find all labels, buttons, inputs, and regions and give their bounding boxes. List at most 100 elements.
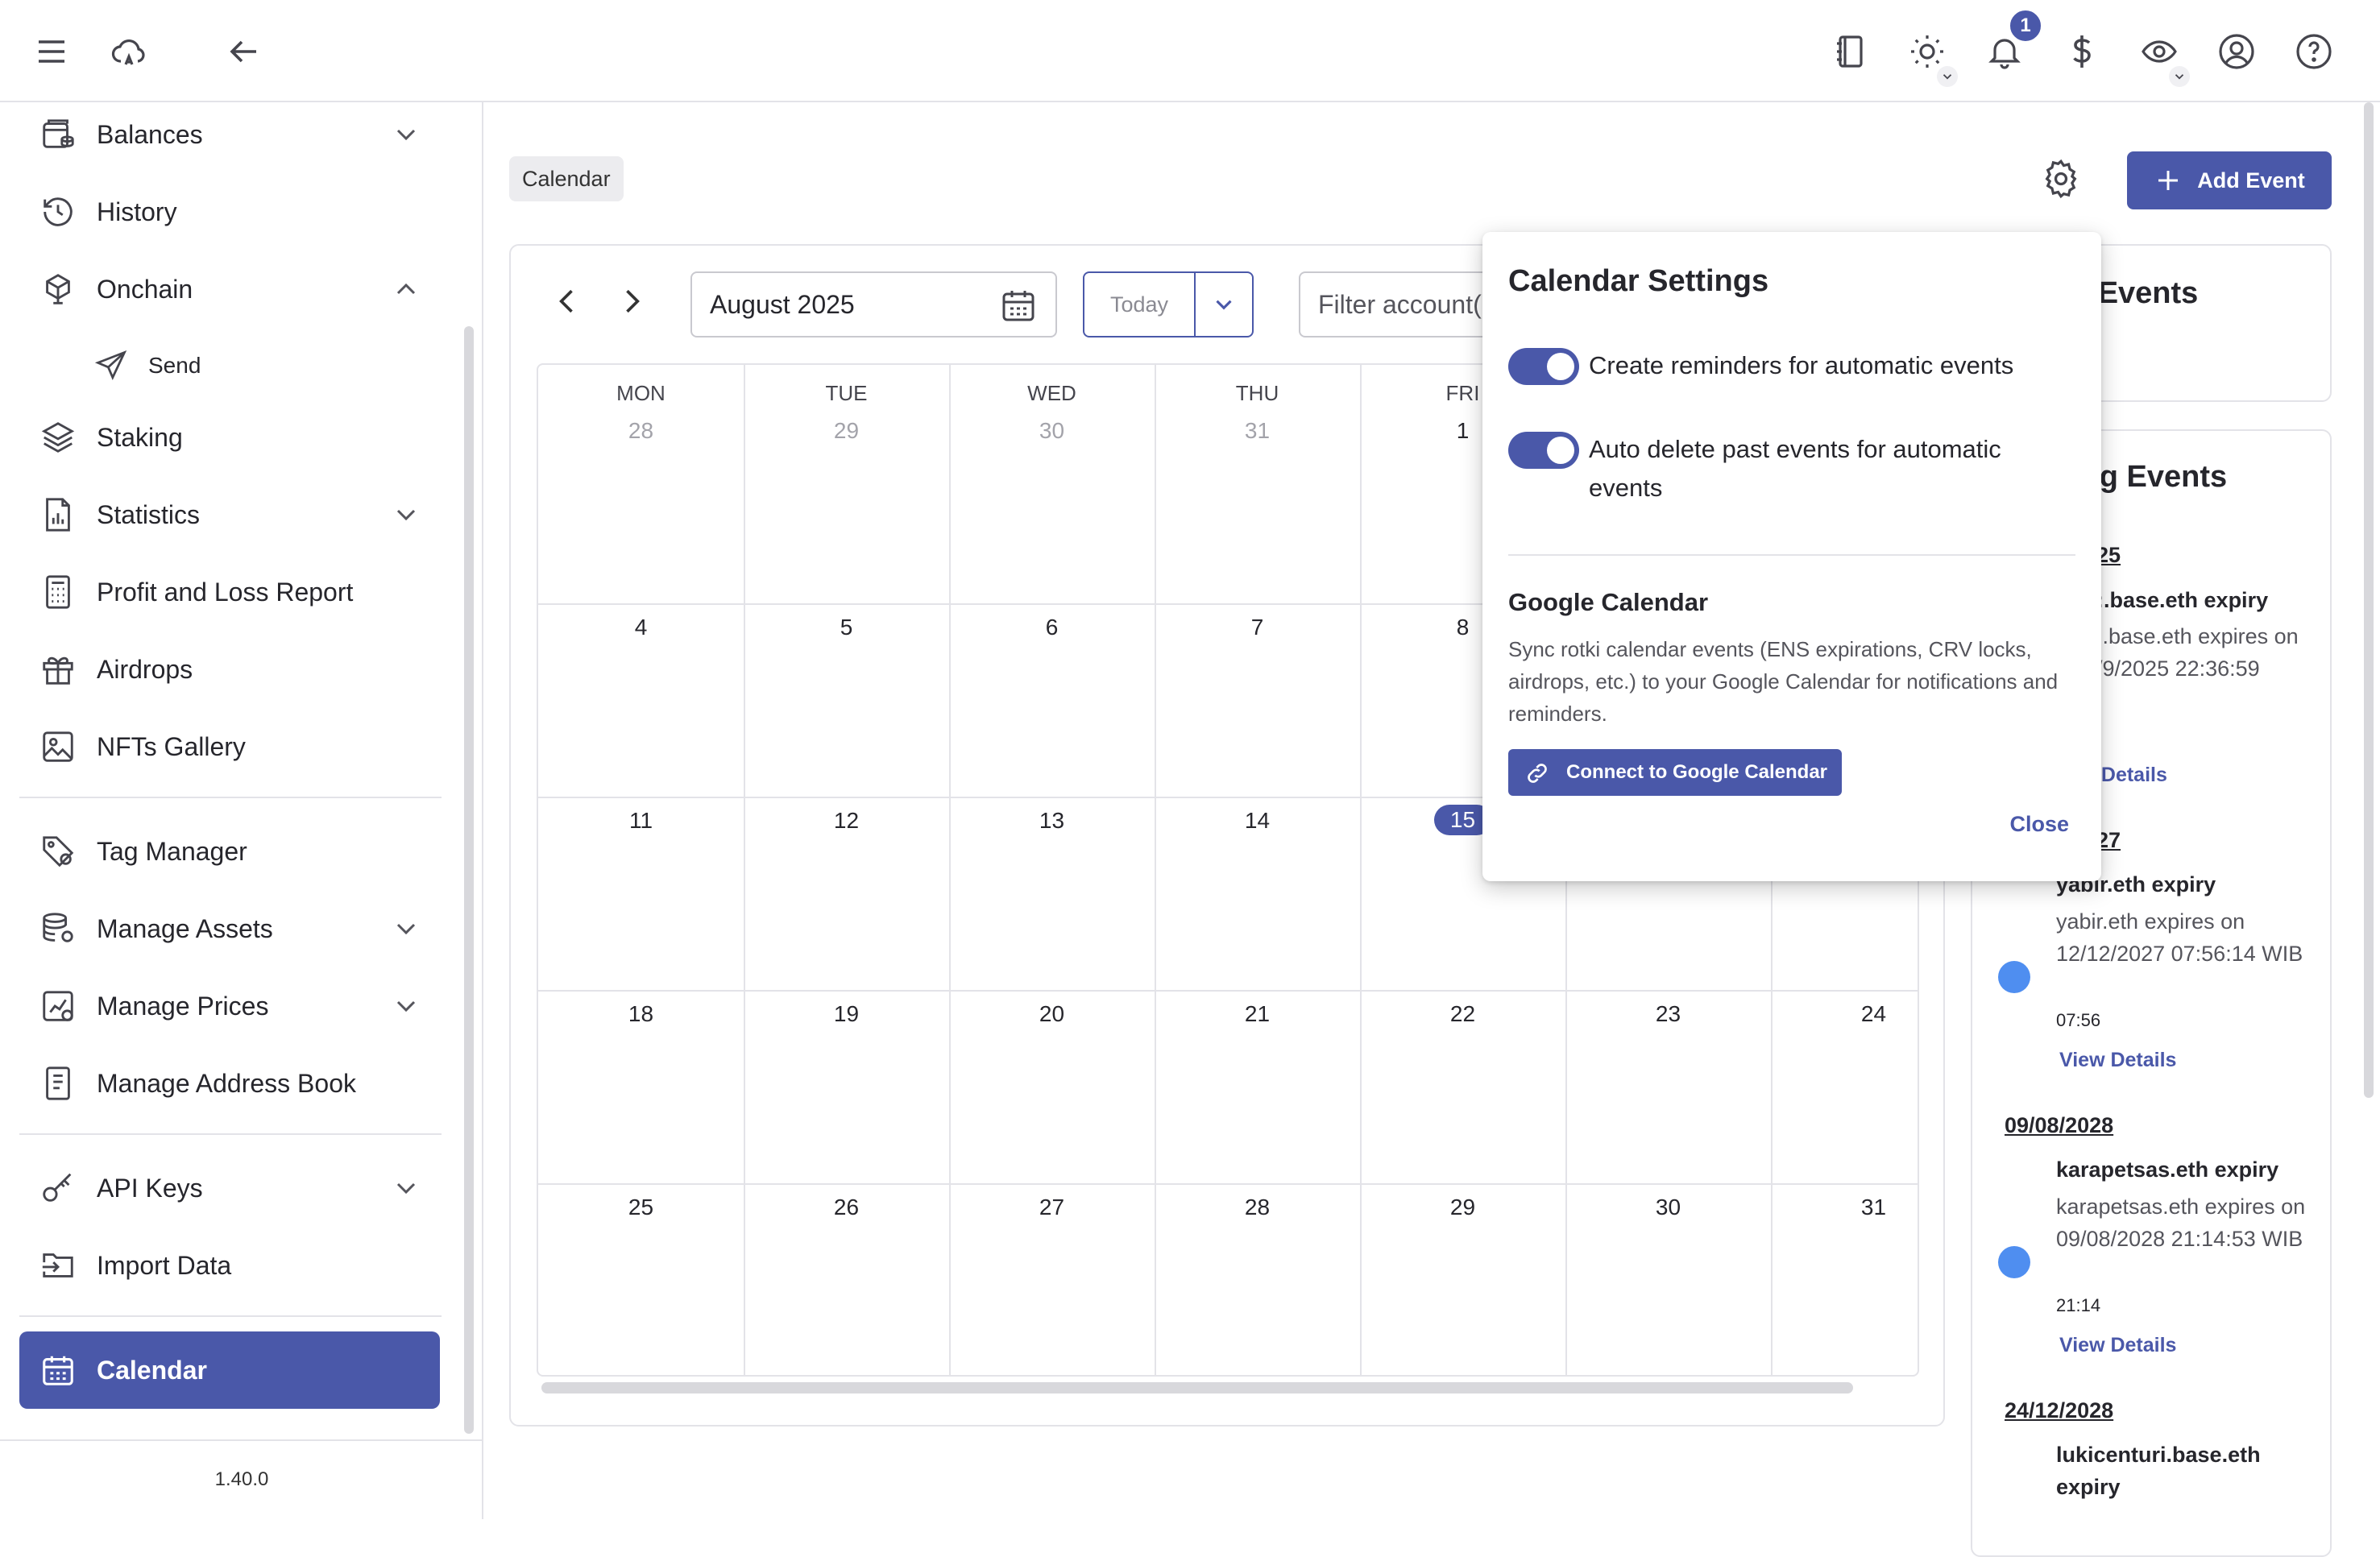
next-month-icon[interactable] (614, 284, 653, 322)
day-cell[interactable]: 5 (744, 615, 949, 640)
day-cell[interactable]: 20 (949, 1001, 1155, 1027)
toggle-knob (1547, 353, 1574, 380)
sidebar-item-import-data[interactable]: Import Data (19, 1233, 442, 1298)
chevron-down-icon[interactable] (390, 990, 422, 1022)
reminders-toggle[interactable] (1508, 348, 1579, 385)
dollar-icon[interactable] (2055, 24, 2109, 79)
cloud-sync-icon[interactable] (102, 24, 156, 79)
back-arrow-icon[interactable] (216, 24, 271, 79)
sidebar-item-label: Profit and Loss Report (97, 577, 354, 607)
day-cell[interactable]: 27 (949, 1195, 1155, 1220)
day-cell[interactable]: 28 (538, 418, 744, 444)
connect-google-calendar-button[interactable]: Connect to Google Calendar (1508, 749, 1842, 796)
wallet-icon (19, 116, 97, 153)
calendar-icon[interactable] (999, 286, 1038, 325)
add-event-label: Add Event (2197, 168, 2305, 193)
day-cell[interactable]: 31 (1771, 1195, 1918, 1220)
event-name: :.base.eth expiry (2096, 588, 2269, 612)
chevron-up-icon[interactable] (390, 273, 422, 305)
sidebar-item-label: Staking (97, 422, 183, 452)
view-details-link[interactable]: View Details (2059, 1049, 2176, 1072)
today-button[interactable]: Today (1084, 273, 1196, 336)
day-cell[interactable]: 21 (1155, 1001, 1360, 1027)
sidebar-item-nfts-gallery[interactable]: NFTs Gallery (19, 714, 442, 779)
view-details-link[interactable]: View Details (2059, 1334, 2176, 1357)
day-cell[interactable]: 23 (1565, 1001, 1771, 1027)
grid-line (1360, 365, 1362, 1375)
sidebar-item-manage-assets[interactable]: Manage Assets (19, 897, 442, 961)
sidebar-item-label: Import Data (97, 1250, 232, 1280)
chart-file-icon (19, 496, 97, 533)
calendar-horizontal-scrollbar[interactable] (541, 1382, 1853, 1393)
notification-badge: 1 (2008, 8, 2043, 43)
day-cell[interactable]: 22 (1360, 1001, 1565, 1027)
day-cell[interactable]: 29 (1360, 1195, 1565, 1220)
day-cell[interactable]: 30 (949, 418, 1155, 444)
sidebar-item-label: API Keys (97, 1173, 203, 1203)
day-cell[interactable]: 12 (744, 808, 949, 834)
day-cell[interactable]: 29 (744, 418, 949, 444)
account-icon[interactable] (2209, 24, 2264, 79)
breadcrumb: Calendar (509, 156, 624, 201)
day-cell[interactable]: 31 (1155, 418, 1360, 444)
help-icon[interactable] (2287, 24, 2341, 79)
privacy-eye-icon[interactable] (2132, 24, 2190, 87)
tag-icon (19, 833, 97, 870)
sidebar-item-api-keys[interactable]: API Keys (19, 1156, 442, 1220)
google-calendar-title: Google Calendar (1508, 588, 1709, 616)
history-icon (19, 193, 97, 230)
sidebar-item-staking[interactable]: Staking (19, 405, 442, 470)
close-button[interactable]: Close (2009, 812, 2069, 837)
sidebar-item-manage-prices[interactable]: Manage Prices (19, 974, 442, 1038)
grid-line (538, 1183, 1918, 1185)
calendar-settings-gear-icon[interactable] (2040, 158, 2085, 203)
sidebar-item-onchain[interactable]: Onchain (19, 257, 442, 321)
prev-month-icon[interactable] (549, 284, 588, 322)
chevron-down-icon[interactable] (390, 1172, 422, 1204)
sidebar-item-history[interactable]: History (19, 180, 442, 244)
day-cell[interactable]: 19 (744, 1001, 949, 1027)
auto-delete-toggle-label: Auto delete past events for automatic ev… (1589, 435, 2001, 502)
calendar-icon (19, 1352, 97, 1389)
day-cell[interactable]: 7 (1155, 615, 1360, 640)
sidebar-item-send[interactable]: Send (93, 337, 440, 394)
sidebar-item-balances[interactable]: Balances (19, 102, 442, 167)
top-bar: 1 (0, 0, 2380, 102)
notifications-bell-icon[interactable]: 1 (1977, 8, 2043, 79)
day-cell[interactable]: 4 (538, 615, 744, 640)
today-dropdown-chevron-icon[interactable] (1196, 273, 1252, 336)
day-cell[interactable]: 28 (1155, 1195, 1360, 1220)
menu-icon[interactable] (24, 24, 79, 79)
today-button-group: Today (1083, 271, 1254, 337)
event-description: :.base.eth expires on /9/2025 22:36:59 (2096, 624, 2299, 681)
day-cell[interactable]: 30 (1565, 1195, 1771, 1220)
day-cell[interactable]: 25 (538, 1195, 744, 1220)
chevron-down-icon[interactable] (390, 499, 422, 531)
day-cell[interactable]: 13 (949, 808, 1155, 834)
day-cell[interactable]: 18 (538, 1001, 744, 1027)
sidebar-item-tag-manager[interactable]: Tag Manager (19, 819, 442, 884)
sidebar-item-statistics[interactable]: Statistics (19, 482, 442, 547)
event-date: 24/12/2028 (2005, 1398, 2114, 1422)
auto-delete-toggle[interactable] (1508, 432, 1579, 469)
day-cell[interactable]: 14 (1155, 808, 1360, 834)
chevron-down-icon[interactable] (390, 913, 422, 945)
view-details-link[interactable]: / Details (2090, 764, 2167, 787)
notebook-icon[interactable] (1822, 24, 1877, 79)
sidebar-item-profit-loss[interactable]: Profit and Loss Report (19, 560, 442, 624)
month-picker-input[interactable]: August 2025 (690, 271, 1057, 337)
day-cell[interactable]: 24 (1771, 1001, 1918, 1027)
day-cell[interactable]: 26 (744, 1195, 949, 1220)
sidebar-item-calendar[interactable]: Calendar (19, 1331, 440, 1409)
theme-sun-icon[interactable] (1900, 24, 1958, 87)
add-event-button[interactable]: Add Event (2127, 151, 2332, 209)
grid-line (538, 990, 1918, 992)
day-cell[interactable]: 6 (949, 615, 1155, 640)
sidebar-scrollbar[interactable] (464, 326, 474, 1434)
page-scrollbar[interactable] (2364, 102, 2374, 1098)
chevron-down-icon[interactable] (390, 118, 422, 151)
event-date: 09/08/2028 (2005, 1113, 2114, 1137)
day-cell[interactable]: 11 (538, 808, 744, 834)
sidebar-item-airdrops[interactable]: Airdrops (19, 637, 442, 702)
sidebar-item-address-book[interactable]: Manage Address Book (19, 1051, 442, 1116)
